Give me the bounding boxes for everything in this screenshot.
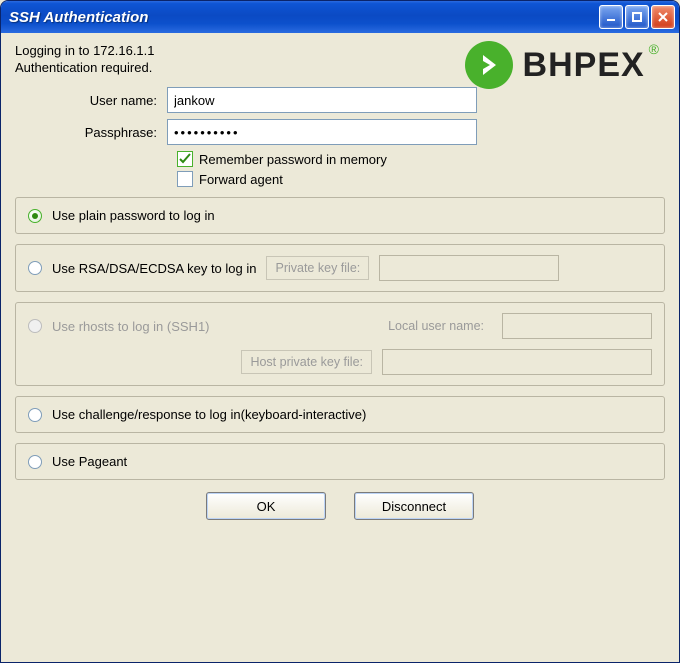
username-input[interactable] [167,87,477,113]
close-icon [657,11,669,23]
minimize-button[interactable] [599,5,623,29]
radio-challenge[interactable] [28,408,42,422]
radio-plain-label: Use plain password to log in [52,208,215,223]
forward-agent-label: Forward agent [199,172,283,187]
private-key-file-label: Private key file: [266,256,369,280]
button-bar: OK Disconnect [15,492,665,520]
passphrase-label: Passphrase: [15,125,167,140]
username-label: User name: [15,93,167,108]
brand-logo: BHPEX ® [465,41,659,89]
radio-pageant-label: Use Pageant [52,454,127,469]
ssh-auth-window: SSH Authentication BHPEX ® Logging in to… [0,0,680,663]
ok-button[interactable]: OK [206,492,326,520]
radio-rsa-label: Use RSA/DSA/ECDSA key to log in [52,261,256,276]
method-plain-group: Use plain password to log in [15,197,665,234]
local-user-name-field [502,313,652,339]
radio-challenge-label: Use challenge/response to log in(keyboar… [52,407,366,422]
client-area: BHPEX ® Logging in to 172.16.1.1 Authent… [1,33,679,662]
maximize-icon [631,11,643,23]
brand-text: BHPEX [523,46,645,85]
window-title: SSH Authentication [9,9,597,26]
radio-pageant[interactable] [28,455,42,469]
host-private-key-label: Host private key file: [241,350,372,374]
forward-agent-checkbox[interactable] [177,171,193,187]
method-challenge-group: Use challenge/response to log in(keyboar… [15,396,665,433]
check-icon [179,153,191,165]
remember-checkbox[interactable] [177,151,193,167]
radio-rhosts [28,319,42,333]
radio-rsa[interactable] [28,261,42,275]
disconnect-button[interactable]: Disconnect [354,492,474,520]
radio-rhosts-label: Use rhosts to log in (SSH1) [52,319,210,334]
method-rhosts-group: Use rhosts to log in (SSH1) Local user n… [15,302,665,386]
passphrase-input[interactable] [167,119,477,145]
private-key-file-field[interactable] [379,255,559,281]
method-rsa-group: Use RSA/DSA/ECDSA key to log in Private … [15,244,665,292]
maximize-button[interactable] [625,5,649,29]
close-button[interactable] [651,5,675,29]
brand-registered: ® [649,41,659,57]
radio-plain[interactable] [28,209,42,223]
local-user-name-label: Local user name: [380,315,492,337]
minimize-icon [605,11,617,23]
method-pageant-group: Use Pageant [15,443,665,480]
titlebar[interactable]: SSH Authentication [1,1,679,33]
brand-mark-icon [465,41,513,89]
host-private-key-field [382,349,652,375]
remember-label: Remember password in memory [199,152,387,167]
